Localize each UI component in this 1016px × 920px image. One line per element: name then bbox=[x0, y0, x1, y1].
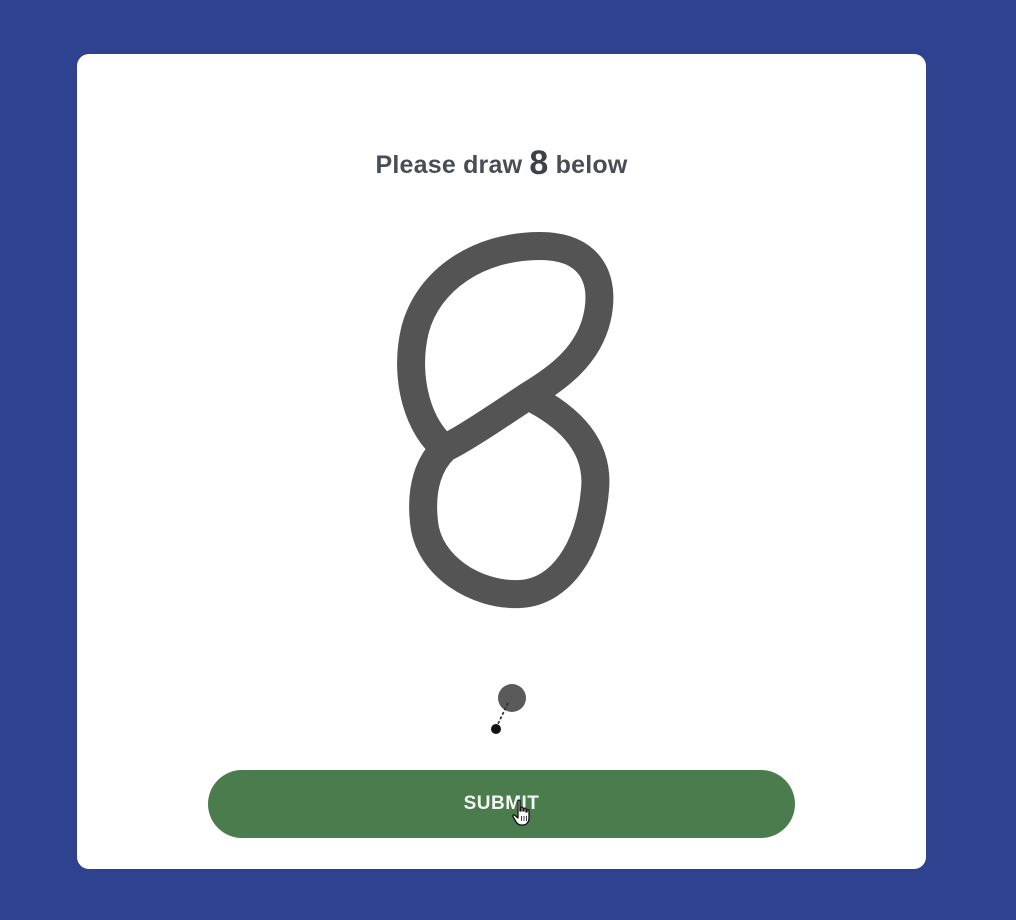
pen-tip-icon bbox=[491, 684, 526, 734]
drawn-stroke bbox=[397, 232, 614, 609]
submit-label: SUBMIT bbox=[463, 793, 540, 814]
submit-button[interactable]: SUBMIT bbox=[208, 770, 795, 838]
